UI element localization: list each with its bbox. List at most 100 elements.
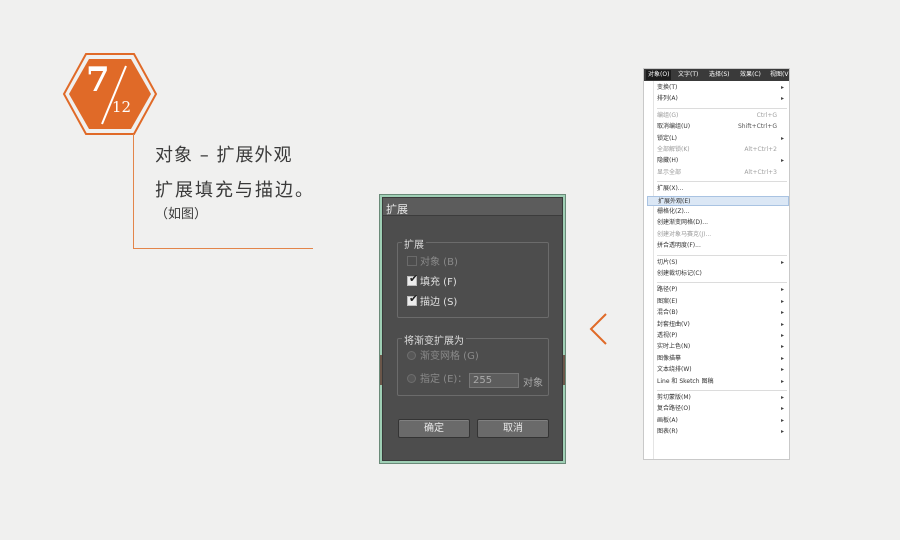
menu-item-shortcut: Shift+Ctrl+G — [737, 123, 777, 131]
menu-item-label: 文本绕排(W) — [657, 366, 692, 374]
menu-item-label: 混合(B) — [657, 309, 678, 317]
menu-item[interactable]: 排列(A) ▸ — [657, 94, 787, 104]
submenu-arrow-icon: ▸ — [780, 297, 784, 305]
menu-item[interactable]: 实时上色(N) ▸ — [657, 342, 787, 352]
menu-item[interactable]: 图像描摹 ▸ — [657, 354, 787, 364]
submenu-arrow-icon: ▸ — [780, 157, 784, 165]
menu-item[interactable]: 路径(P) ▸ — [657, 285, 787, 295]
menu-item-label: 画板(A) — [657, 416, 678, 424]
menu-item[interactable]: 创建渐变网格(D)... — [657, 218, 787, 228]
menu-item-label: 拼合透明度(F)... — [657, 242, 701, 250]
menu-item-label: 全部解锁(K) — [657, 146, 690, 153]
menu-item[interactable]: 图表(R) ▸ — [657, 427, 787, 437]
menu-item[interactable]: 锁定(L) ▸ — [657, 134, 787, 144]
menu-separator — [657, 254, 787, 256]
menu-item-label: 路径(P) — [657, 286, 678, 294]
menu-item-label: 创建裁切标记(C) — [657, 270, 702, 277]
menu-item[interactable]: 创建裁切标记(C) — [657, 269, 787, 279]
menu-item-label: 变换(T) — [657, 84, 678, 91]
menu-item-label: 封套扭曲(V) — [657, 320, 690, 328]
menubar: 对象(O) 文字(T) 选择(S) 效果(C) 视图(V) — [644, 69, 789, 81]
menu-item[interactable]: 切片(S) ▸ — [657, 258, 787, 268]
submenu-arrow-icon: ▸ — [780, 286, 784, 294]
menu-item[interactable]: 创建对象马赛克(J)... — [657, 230, 787, 240]
hexagon-icon — [62, 53, 158, 135]
menu-item[interactable]: 透视(P) ▸ — [657, 331, 787, 341]
submenu-arrow-icon: ▸ — [780, 309, 784, 317]
ok-button[interactable]: 确定 — [398, 419, 470, 438]
menu-item-label: 扩展(X)... — [657, 185, 684, 193]
menu-item[interactable]: 画板(A) ▸ — [657, 416, 787, 426]
menu-gutter — [653, 81, 654, 459]
menu-item-label: 锁定(L) — [657, 134, 678, 142]
menu-item[interactable]: 封套扭曲(V) ▸ — [657, 320, 787, 330]
expand-group-label: 扩展 — [402, 236, 426, 251]
menubar-item[interactable]: 选择(S) — [709, 70, 730, 80]
menu-item[interactable]: 剪切蒙版(M) ▸ — [657, 393, 787, 403]
option-stroke[interactable]: ✔ 描边 (S) — [407, 292, 458, 308]
step-total: 12 — [112, 98, 132, 116]
menu-item-shortcut: Ctrl+G — [756, 111, 777, 119]
menu-item-label: 图像描摹 — [657, 354, 682, 362]
menu-item[interactable]: 拼合透明度(F)... — [657, 241, 787, 251]
submenu-arrow-icon: ▸ — [780, 366, 784, 374]
menu-item[interactable]: Line 和 Sketch 图稿 ▸ — [657, 377, 787, 387]
step-current: 7 — [86, 60, 110, 100]
option-stroke-label: 描边 (S) — [420, 297, 458, 308]
menubar-item[interactable]: 效果(C) — [740, 70, 761, 80]
menu-item-label: 显示全部 — [657, 168, 682, 176]
menu-item-label: 图案(E) — [657, 297, 678, 305]
menu-item[interactable]: 隐藏(H) ▸ — [657, 156, 787, 166]
menu-item[interactable]: 扩展外观(E) — [647, 195, 789, 206]
submenu-arrow-icon: ▸ — [780, 95, 784, 103]
step-note: （如图） — [155, 207, 208, 222]
menu-item-label: 实时上色(N) — [657, 343, 691, 351]
menu-item-label: 栅格化(Z)... — [657, 208, 690, 215]
menu-item[interactable]: 全部解锁(K) Alt+Ctrl+2 — [657, 145, 787, 155]
menu-separator — [657, 390, 787, 391]
menu-item-label: 隐藏(H) — [657, 157, 679, 165]
menu-item[interactable]: 编组(G) Ctrl+G — [657, 111, 787, 121]
menubar-item[interactable]: 对象(O) — [646, 70, 672, 80]
expand-dialog-screenshot: 扩展 扩展 对象 (B) ✔ 填充 (F) ✔ 描边 (S) 将渐变扩展为 渐变网格… — [379, 194, 566, 464]
submenu-arrow-icon: ▸ — [780, 258, 784, 266]
checkbox-fill[interactable]: ✔ — [407, 272, 419, 286]
submenu-arrow-icon: ▸ — [780, 332, 784, 339]
menu-item[interactable]: 图案(E) ▸ — [657, 297, 787, 307]
checkbox-stroke[interactable]: ✔ — [407, 292, 419, 306]
guide-line-vertical — [133, 134, 134, 248]
menu-item-label: 创建渐变网格(D)... — [657, 219, 709, 227]
menu-separator — [657, 181, 787, 183]
menu-item[interactable]: 显示全部 Alt+Ctrl+3 — [657, 168, 787, 178]
menu-item-shortcut: Alt+Ctrl+3 — [744, 168, 777, 176]
menu-item-label: 透视(P) — [657, 332, 678, 339]
submenu-arrow-icon: ▸ — [780, 377, 784, 385]
radio-gradient-mesh-dot — [407, 351, 416, 360]
check-icon: ✔ — [409, 292, 419, 305]
radio-specify: 指定 (E)： — [407, 374, 467, 386]
menubar-item[interactable]: 视图(V) — [770, 70, 789, 80]
menu-item[interactable]: 变换(T) ▸ — [657, 83, 787, 93]
menu-item[interactable]: 取消编组(U) Shift+Ctrl+G — [657, 122, 787, 132]
submenu-arrow-icon: ▸ — [780, 84, 784, 91]
cancel-button[interactable]: 取消 — [477, 419, 549, 438]
menubar-item[interactable]: 文字(T) — [678, 70, 698, 80]
menu-item[interactable]: 文本绕排(W) ▸ — [657, 365, 787, 375]
specify-objects-input: 255 — [469, 373, 519, 388]
guide-line-horizontal — [133, 248, 313, 249]
expand-dialog: 扩展 扩展 对象 (B) ✔ 填充 (F) ✔ 描边 (S) 将渐变扩展为 渐变网格… — [382, 197, 563, 461]
radio-gradient-mesh-label: 渐变网格 (G) — [420, 351, 479, 362]
menu-item[interactable]: 混合(B) ▸ — [657, 308, 787, 318]
check-icon: ✔ — [409, 272, 419, 285]
menu-item[interactable]: 扩展(X)... — [657, 184, 787, 194]
menu-item[interactable]: 复合路径(O) ▸ — [657, 404, 787, 414]
option-object-label: 对象 (B) — [420, 257, 458, 268]
submenu-arrow-icon: ▸ — [780, 343, 784, 351]
option-fill[interactable]: ✔ 填充 (F) — [407, 272, 457, 288]
submenu-arrow-icon: ▸ — [780, 394, 784, 401]
object-menu-screenshot: 对象(O) 文字(T) 选择(S) 效果(C) 视图(V) 变换(T) ▸ 排列(A) ▸ 编组… — [643, 68, 790, 460]
menu-item[interactable]: 栅格化(Z)... — [657, 207, 787, 217]
menu-item-label: 创建对象马赛克(J)... — [657, 230, 712, 238]
step-badge: 7 12 — [62, 52, 158, 136]
submenu-arrow-icon: ▸ — [780, 320, 784, 328]
